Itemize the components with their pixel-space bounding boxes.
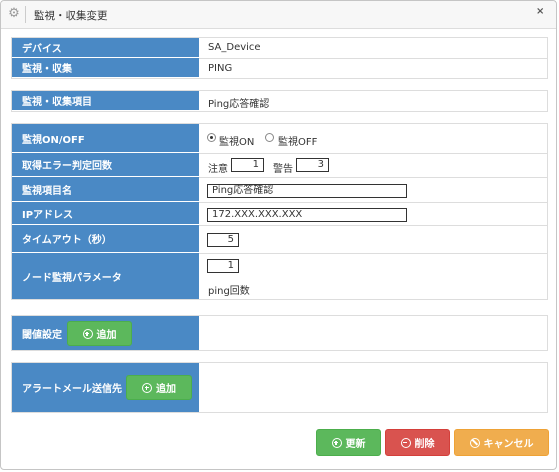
- device-label: デバイス: [12, 38, 199, 58]
- alert-mail-add-label: 追加: [156, 384, 176, 395]
- item-section: 監視・収集項目 Ping応答確認: [11, 90, 548, 112]
- dialog-window: ⚙ 監視・収集変更 × デバイス SA_Device 監視・収集 PING 監視…: [0, 0, 557, 470]
- monitor-off-radio[interactable]: [265, 133, 274, 142]
- monitor-value: PING: [208, 63, 233, 74]
- title-separator: [25, 6, 26, 23]
- divider: [199, 153, 548, 154]
- warn-label: 注意: [208, 164, 228, 175]
- item-label: 監視・収集項目: [12, 91, 199, 111]
- monitor-on-radio[interactable]: [207, 133, 216, 142]
- timeout-input[interactable]: 5: [207, 233, 239, 247]
- cancel-button[interactable]: キャンセル: [454, 429, 549, 456]
- device-value: SA_Device: [208, 42, 261, 53]
- warn-count-input[interactable]: 1: [231, 158, 264, 172]
- alert-mail-section: アラートメール送信先 追加: [11, 362, 548, 413]
- divider: [199, 253, 548, 254]
- node-param-label: ノード監視パラメータ: [12, 253, 199, 299]
- monitor-off-label[interactable]: 監視OFF: [278, 133, 317, 148]
- timeout-label: タイムアウト（秒）: [12, 225, 199, 253]
- plus-circle-icon: [331, 437, 342, 448]
- ban-icon: [469, 437, 480, 448]
- threshold-section: 閾値設定 追加: [11, 315, 548, 351]
- alert-count-input[interactable]: 3: [296, 158, 329, 172]
- plus-circle-icon: [142, 382, 152, 393]
- close-icon[interactable]: ×: [536, 6, 544, 17]
- ping-count-unit: ping回数: [208, 286, 250, 297]
- alert-mail-add-button[interactable]: 追加: [126, 375, 192, 400]
- item-name-input[interactable]: Ping応答確認: [207, 184, 407, 198]
- title-bar[interactable]: ⚙ 監視・収集変更 ×: [1, 1, 556, 29]
- threshold-add-label: 追加: [96, 330, 117, 341]
- monitor-on-label[interactable]: 監視ON: [219, 133, 254, 148]
- threshold-label-text: 閾値設定: [22, 329, 62, 341]
- monitor-label: 監視・収集: [12, 58, 199, 78]
- divider: [199, 58, 548, 59]
- threshold-add-button[interactable]: 追加: [67, 321, 132, 346]
- item-name-label: 監視項目名: [12, 177, 199, 202]
- ip-input[interactable]: 172.XXX.XXX.XXX: [207, 208, 407, 222]
- delete-button[interactable]: 削除: [385, 429, 450, 456]
- dialog-title: 監視・収集変更: [34, 10, 108, 22]
- node-param-input[interactable]: 1: [207, 259, 239, 273]
- item-value: Ping応答確認: [208, 99, 270, 110]
- onoff-label: 監視ON/OFF: [12, 124, 199, 153]
- divider: [199, 177, 548, 178]
- device-section: デバイス SA_Device 監視・収集 PING: [11, 37, 548, 79]
- update-button[interactable]: 更新: [316, 429, 381, 456]
- delete-label: 削除: [414, 439, 435, 450]
- divider: [199, 202, 548, 203]
- alert-mail-label-text: アラートメール送信先: [22, 384, 122, 395]
- ip-label: IPアドレス: [12, 202, 199, 225]
- error-count-label: 取得エラー判定回数: [12, 153, 199, 177]
- update-label: 更新: [345, 439, 366, 450]
- cancel-label: キャンセル: [483, 439, 534, 450]
- plus-circle-icon: [82, 328, 93, 339]
- alert-label: 警告: [273, 164, 293, 175]
- settings-section: 監視ON/OFF 監視ON 監視OFF 取得エラー判定回数 注意 1 警告 3 …: [11, 123, 548, 300]
- gear-icon[interactable]: ⚙: [7, 7, 21, 21]
- minus-circle-icon: [400, 437, 411, 448]
- divider: [199, 225, 548, 226]
